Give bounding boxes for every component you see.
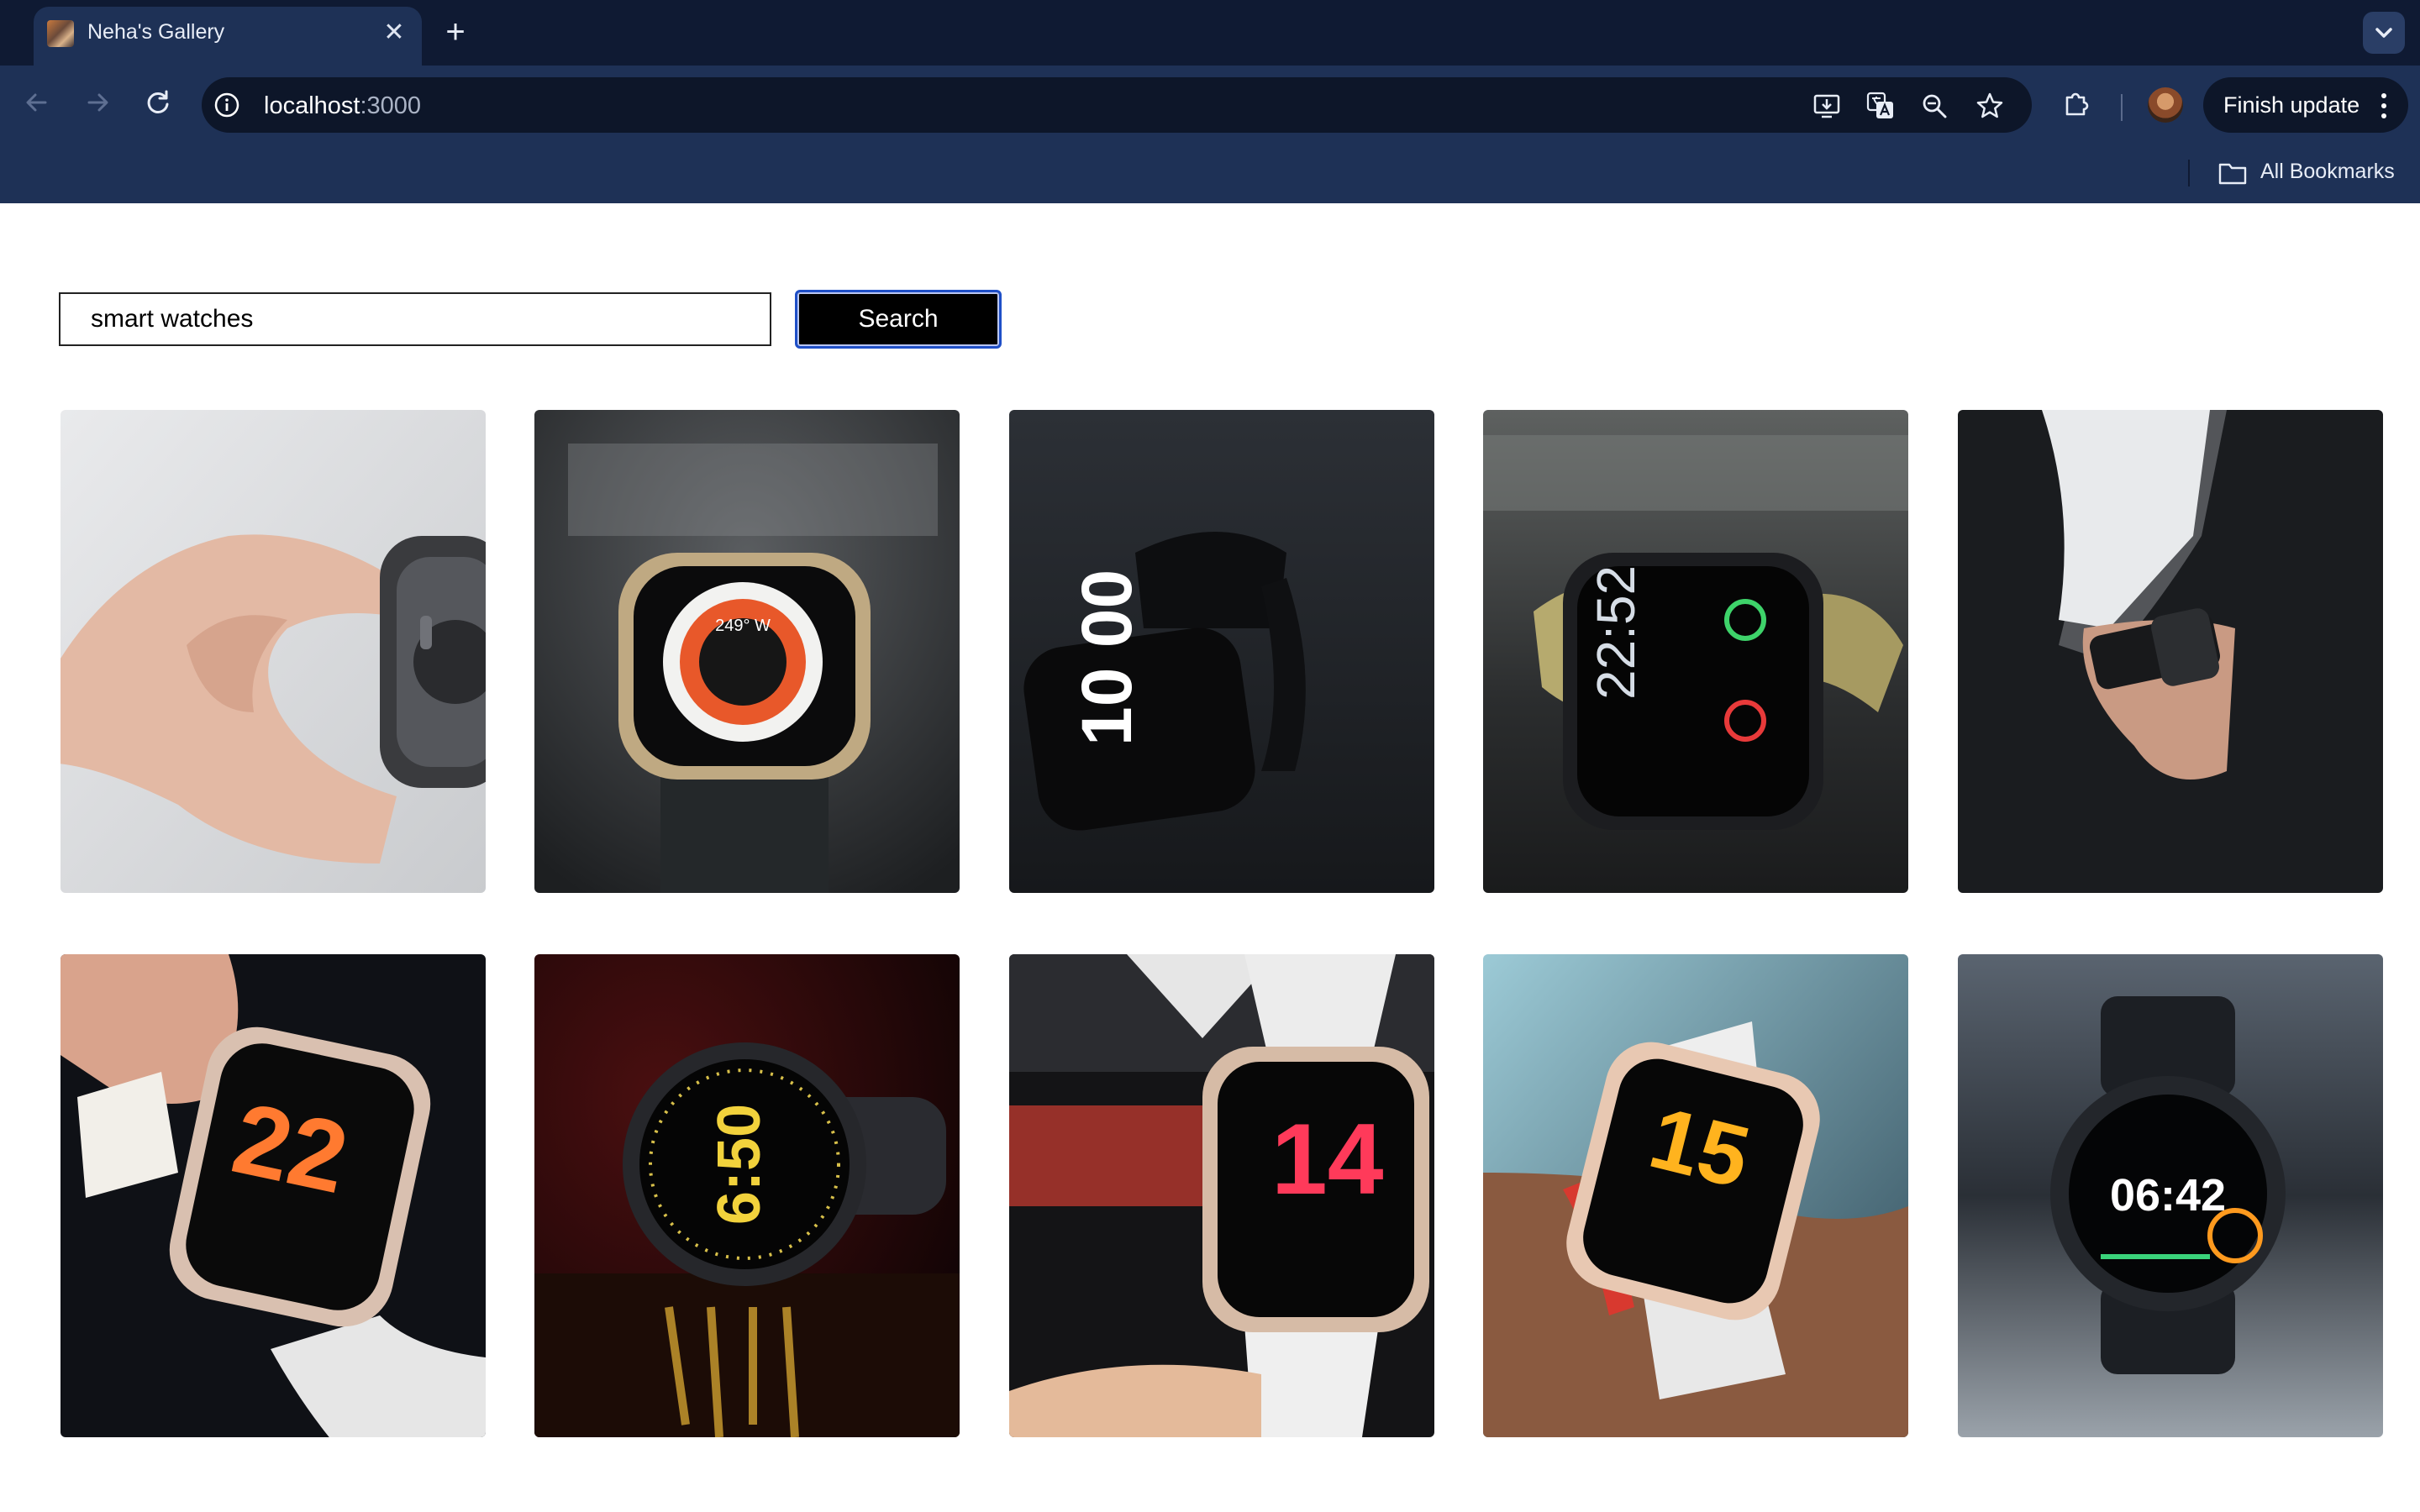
gallery-image-4[interactable]: 22:52	[1483, 410, 1908, 893]
bookmarks-divider	[2188, 160, 2190, 186]
tab-search-button[interactable]	[2363, 12, 2405, 54]
search-button[interactable]: Search	[795, 290, 1002, 349]
folder-icon	[2218, 163, 2247, 185]
gallery-image-8[interactable]: 14	[1009, 954, 1434, 1437]
translate-icon[interactable]	[1865, 91, 1896, 121]
url-text: localhost:3000	[264, 92, 421, 120]
zoom-icon[interactable]	[1919, 91, 1949, 121]
search-input[interactable]	[59, 292, 771, 346]
svg-text:22:52: 22:52	[1586, 565, 1646, 700]
reload-icon[interactable]	[139, 84, 176, 121]
bookmarks-bar: All Bookmarks	[0, 139, 2420, 203]
site-info-icon[interactable]	[213, 92, 240, 118]
tab-strip: Neha's Gallery ✕ +	[0, 0, 2420, 66]
url-port: :3000	[360, 92, 422, 119]
close-tab-icon[interactable]: ✕	[378, 17, 410, 49]
tab-favicon	[47, 20, 74, 47]
gallery-image-2[interactable]: 249° W	[534, 410, 960, 893]
gallery-image-1[interactable]	[60, 410, 486, 893]
gallery-image-10[interactable]: 06:42	[1958, 954, 2383, 1437]
browser-tab[interactable]: Neha's Gallery ✕	[34, 7, 422, 66]
url-host: localhost	[264, 92, 360, 119]
extensions-puzzle-icon[interactable]	[2060, 87, 2092, 119]
tab-title: Neha's Gallery	[87, 20, 225, 44]
browser-toolbar: localhost:3000 Finish update	[0, 66, 2420, 139]
profile-avatar[interactable]	[2148, 87, 2183, 123]
bookmark-star-icon[interactable]	[1975, 91, 2005, 121]
gallery-image-7[interactable]: 6:50	[534, 954, 960, 1437]
svg-text:14: 14	[1271, 1103, 1384, 1215]
gallery-image-6[interactable]: 22	[60, 954, 486, 1437]
finish-update-button[interactable]: Finish update	[2203, 77, 2408, 133]
gallery-image-5[interactable]	[1958, 410, 2383, 893]
gallery-image-9[interactable]: 15	[1483, 954, 1908, 1437]
install-app-icon[interactable]	[1812, 91, 1842, 121]
svg-text:6:50: 6:50	[706, 1104, 773, 1225]
finish-update-label: Finish update	[2223, 92, 2360, 118]
new-tab-icon[interactable]: +	[439, 15, 472, 49]
all-bookmarks-link[interactable]: All Bookmarks	[2260, 160, 2395, 184]
svg-text:10 00: 10 00	[1067, 570, 1146, 746]
more-menu-icon[interactable]	[2378, 91, 2390, 121]
svg-text:06:42: 06:42	[2110, 1170, 2226, 1221]
forward-arrow-icon[interactable]	[79, 84, 116, 121]
address-bar[interactable]: localhost:3000	[202, 77, 2032, 133]
toolbar-divider	[2121, 94, 2123, 121]
chevron-down-icon	[2375, 28, 2392, 38]
svg-text:249° W: 249° W	[715, 617, 771, 635]
svg-text:22: 22	[224, 1081, 356, 1215]
gallery-image-3[interactable]: 10 00	[1009, 410, 1434, 893]
back-arrow-icon[interactable]	[18, 84, 55, 121]
